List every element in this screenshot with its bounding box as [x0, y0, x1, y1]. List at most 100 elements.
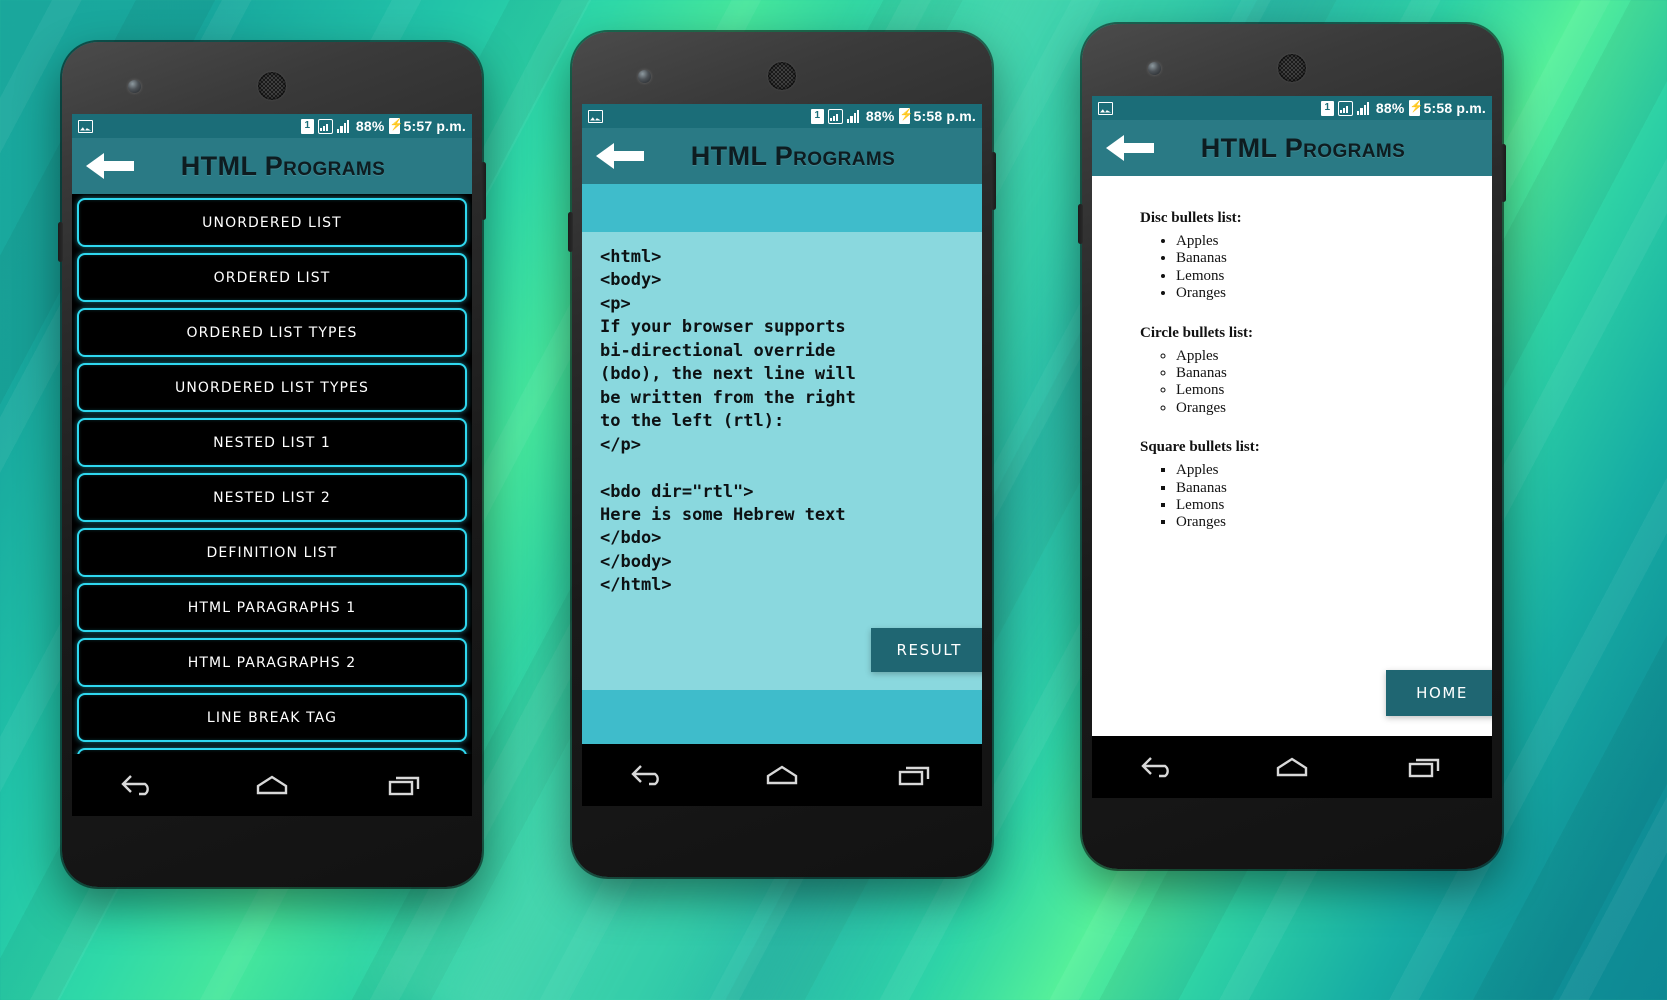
menu-item-line-break-tag[interactable]: Line break tag: [77, 693, 467, 742]
phone-bottom-bezel: [1082, 798, 1502, 866]
sim-badge-icon: 1: [810, 108, 824, 124]
list-item: Bananas: [1176, 365, 1492, 382]
signal-box-icon: [1337, 100, 1353, 116]
gallery-icon: [78, 119, 93, 133]
front-camera-icon: [1148, 62, 1161, 75]
nav-bar-2[interactable]: [582, 744, 982, 806]
status-bar-1: 1 88% 5:57 p.m.: [72, 114, 472, 138]
status-time-label: 5:58 p.m.: [1423, 100, 1486, 116]
list-item: Lemons: [1176, 268, 1492, 285]
sim-badge-icon: 1: [1320, 100, 1334, 116]
result-webview[interactable]: Disc bullets list: Apples Bananas Lemons…: [1092, 176, 1492, 736]
gallery-icon: [588, 109, 603, 123]
home-button[interactable]: HOME: [1386, 670, 1492, 716]
signal-bars-icon: [336, 119, 352, 134]
phone-screen-2: 1 88% 5:58 p.m. HTML Programs <html> <bo…: [582, 104, 982, 744]
nav-back-icon[interactable]: [1139, 754, 1179, 780]
nav-bar-3[interactable]: [1092, 736, 1492, 798]
battery-charging-icon: [1408, 100, 1420, 116]
nav-home-icon[interactable]: [1272, 754, 1312, 780]
list-item: Bananas: [1176, 250, 1492, 267]
list-item: Oranges: [1176, 514, 1492, 531]
battery-charging-icon: [898, 108, 910, 124]
menu-item-definition-list[interactable]: Definition list: [77, 528, 467, 577]
code-viewer: <html> <body> <p> If your browser suppor…: [582, 184, 982, 744]
menu-item-ordered-list[interactable]: Ordered list: [77, 253, 467, 302]
volume-button[interactable]: [568, 212, 573, 252]
status-bar-3: 1 88% 5:58 p.m.: [1092, 96, 1492, 120]
result-list-circle: Apples Bananas Lemons Oranges: [1176, 348, 1492, 418]
back-arrow-icon[interactable]: [594, 139, 646, 173]
menu-item-partial[interactable]: [77, 748, 467, 754]
list-item: Apples: [1176, 233, 1492, 250]
phone-device-2: 1 88% 5:58 p.m. HTML Programs <html> <bo…: [568, 32, 996, 877]
phone-top-bezel: [572, 32, 992, 104]
menu-item-nested-list-2[interactable]: Nested list 2: [77, 473, 467, 522]
signal-box-icon: [827, 108, 843, 124]
signal-bars-icon: [1356, 101, 1372, 116]
result-heading-square: Square bullets list:: [1140, 439, 1260, 456]
page-title: HTML Programs: [1200, 132, 1406, 163]
front-camera-icon: [128, 80, 141, 93]
list-item: Bananas: [1176, 480, 1492, 497]
earpiece-speaker-icon: [1278, 54, 1306, 82]
volume-button[interactable]: [1078, 204, 1083, 244]
signal-box-icon: [317, 118, 333, 134]
gallery-icon: [1098, 101, 1113, 115]
result-heading-disc: Disc bullets list:: [1140, 210, 1242, 226]
menu-item-html-paragraphs-1[interactable]: HTML Paragraphs 1: [77, 583, 467, 632]
nav-back-icon[interactable]: [629, 762, 669, 788]
menu-item-html-paragraphs-2[interactable]: HTML Paragraphs 2: [77, 638, 467, 687]
code-top-spacer: [582, 184, 982, 232]
phone-top-bezel: [1082, 24, 1502, 96]
phone-top-bezel: [62, 42, 482, 114]
phone-screen-1: 1 88% 5:57 p.m. HTML Programs Unordered …: [72, 114, 472, 754]
list-item: Oranges: [1176, 400, 1492, 417]
back-arrow-icon[interactable]: [1104, 131, 1156, 165]
nav-back-icon[interactable]: [119, 772, 159, 798]
earpiece-speaker-icon: [768, 62, 796, 90]
phone-bottom-bezel: [62, 816, 482, 884]
power-button[interactable]: [481, 162, 486, 220]
battery-percent-label: 88%: [1375, 100, 1405, 116]
list-item: Lemons: [1176, 497, 1492, 514]
nav-home-icon[interactable]: [252, 772, 292, 798]
earpiece-speaker-icon: [258, 72, 286, 100]
status-time-label: 5:58 p.m.: [913, 108, 976, 124]
nav-recents-icon[interactable]: [895, 762, 935, 788]
status-bar-2: 1 88% 5:58 p.m.: [582, 104, 982, 128]
phone-bottom-bezel: [572, 806, 992, 874]
sim-badge-icon: 1: [300, 118, 314, 134]
result-heading-circle: Circle bullets list:: [1140, 324, 1254, 341]
nav-bar-1[interactable]: [72, 754, 472, 816]
front-camera-icon: [638, 70, 651, 83]
result-button[interactable]: RESULT: [870, 628, 982, 672]
volume-button[interactable]: [58, 222, 63, 262]
program-menu-list[interactable]: Unordered list Ordered list Ordered list…: [72, 194, 472, 754]
battery-percent-label: 88%: [865, 108, 895, 124]
menu-item-unordered-list[interactable]: Unordered list: [77, 198, 467, 247]
power-button[interactable]: [1501, 144, 1506, 202]
app-bar-3: HTML Programs: [1092, 120, 1492, 176]
phone-device-1: 1 88% 5:57 p.m. HTML Programs Unordered …: [58, 42, 486, 887]
menu-item-ordered-list-types[interactable]: Ordered list types: [77, 308, 467, 357]
nav-recents-icon[interactable]: [385, 772, 425, 798]
result-list-disc: Apples Bananas Lemons Oranges: [1176, 233, 1492, 303]
menu-item-nested-list-1[interactable]: Nested list 1: [77, 418, 467, 467]
page-title: HTML Programs: [690, 140, 896, 171]
battery-percent-label: 88%: [355, 118, 385, 134]
menu-item-unordered-list-types[interactable]: Unordered list types: [77, 363, 467, 412]
power-button[interactable]: [991, 152, 996, 210]
list-item: Apples: [1176, 462, 1492, 479]
code-bottom-spacer: [582, 690, 982, 744]
phone-screen-3: 1 88% 5:58 p.m. HTML Programs Disc bulle…: [1092, 96, 1492, 736]
back-arrow-icon[interactable]: [84, 149, 136, 183]
result-list-square: Apples Bananas Lemons Oranges: [1176, 462, 1492, 532]
battery-charging-icon: [388, 118, 400, 134]
app-bar-2: HTML Programs: [582, 128, 982, 184]
nav-recents-icon[interactable]: [1405, 754, 1445, 780]
nav-home-icon[interactable]: [762, 762, 802, 788]
signal-bars-icon: [846, 109, 862, 124]
code-panel[interactable]: <html> <body> <p> If your browser suppor…: [582, 232, 982, 690]
page-title: HTML Programs: [180, 150, 386, 181]
